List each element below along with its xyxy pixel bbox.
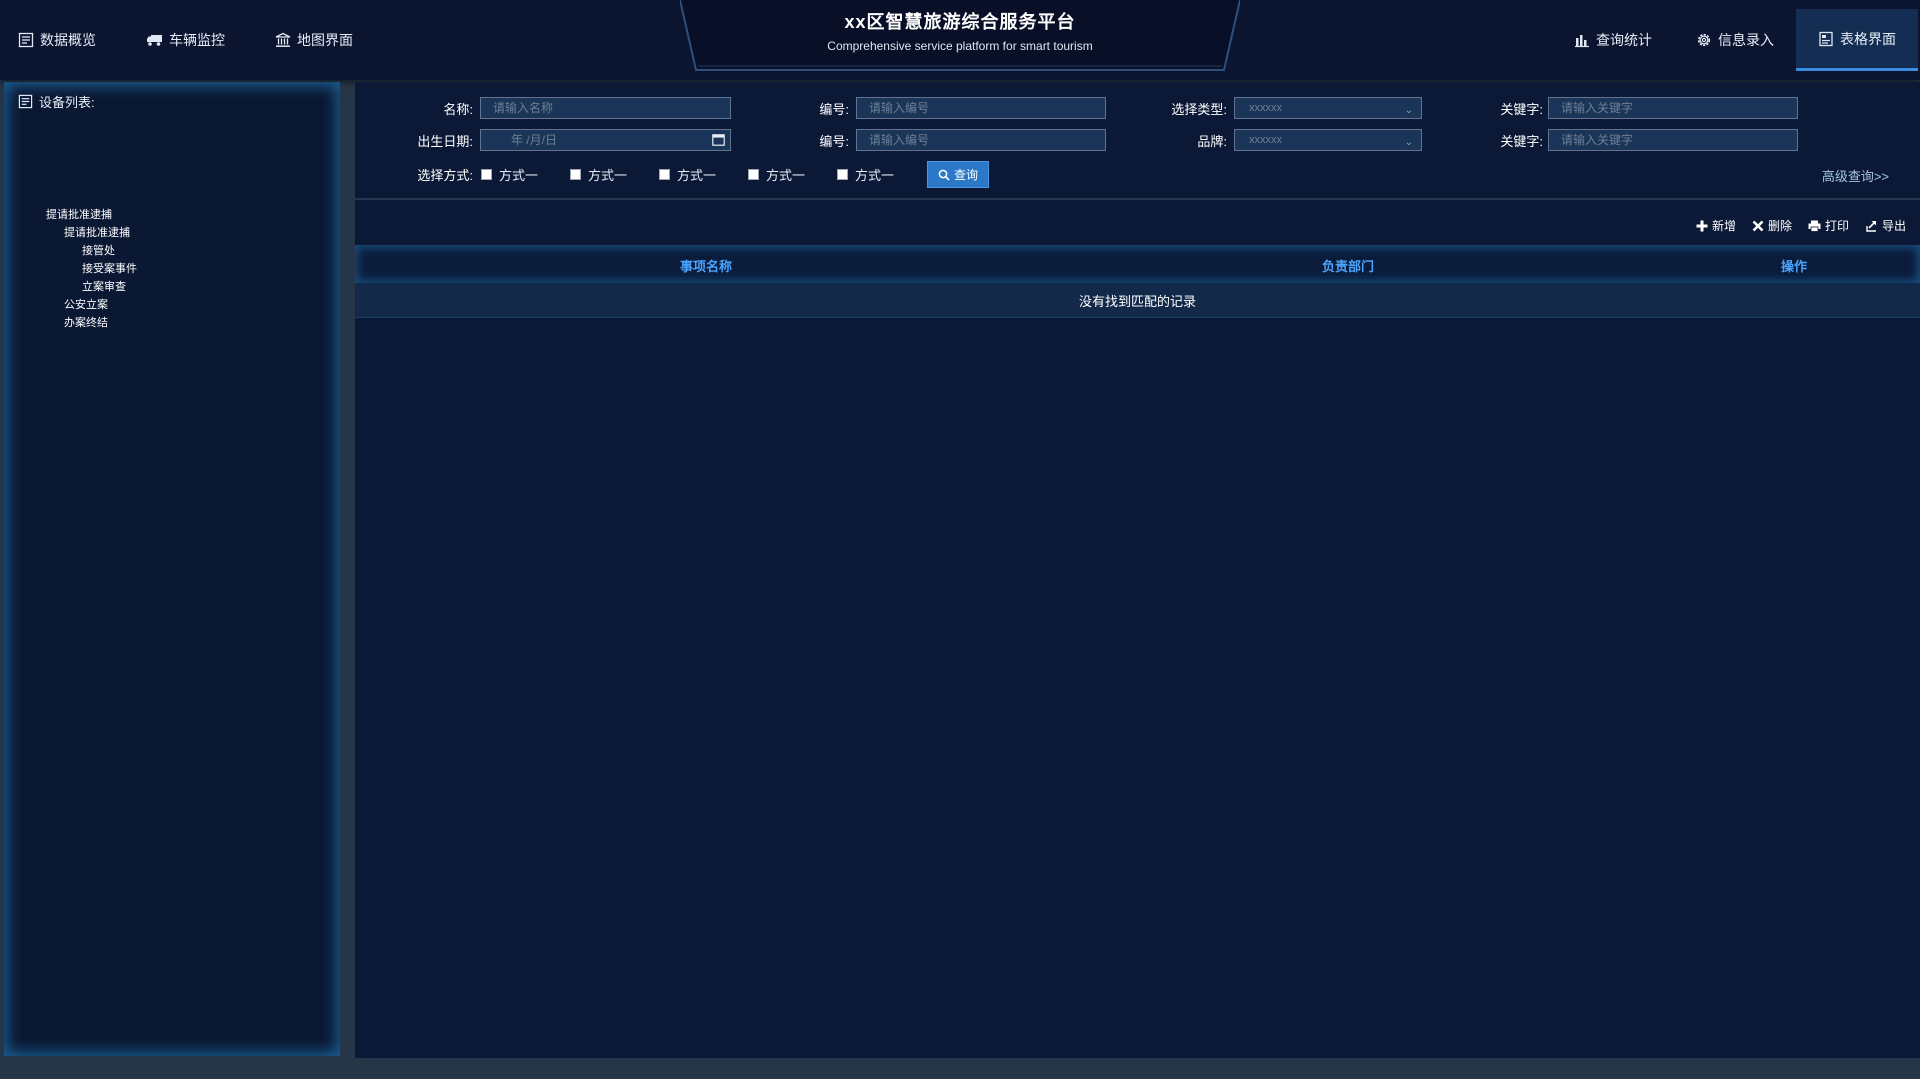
brand-label: 品牌: — [1197, 134, 1227, 149]
column-header-department[interactable]: 负责部门 — [1322, 256, 1374, 275]
sidebar-title-label: 设备列表: — [39, 95, 95, 110]
birth-date-label: 出生日期: — [417, 134, 473, 149]
type-select-value: xxxxxx — [1249, 102, 1282, 114]
tree-item[interactable]: 公安立案 — [64, 298, 108, 312]
brand-select[interactable]: xxxxxx ⌄ — [1234, 129, 1422, 151]
mode-option-label: 方式一 — [855, 168, 895, 183]
mode-checkbox[interactable]: 方式一 — [481, 165, 538, 184]
birth-date-input[interactable]: 年 /月/日 — [480, 129, 731, 151]
name-label: 名称: — [443, 102, 473, 117]
add-label: 新增 — [1711, 219, 1736, 233]
checkbox-icon — [659, 169, 670, 180]
type-label: 选择类型: — [1171, 102, 1227, 117]
nav-label: 地图界面 — [297, 32, 353, 48]
delete-label: 删除 — [1767, 219, 1792, 233]
top-header: 数据概览 车辆监控 地图界面 xx区智慧旅游综合服务平台 Comprehensi… — [0, 0, 1920, 80]
tree-item[interactable]: 接管处 — [82, 244, 115, 258]
calendar-icon — [712, 134, 725, 146]
mode-label: 选择方式: — [417, 168, 473, 183]
delete-button[interactable]: 删除 — [1752, 217, 1792, 234]
table-doc-icon — [1819, 31, 1833, 46]
nav-right: 查询统计 信息录入 表格界面 — [1552, 0, 1920, 80]
tree-item[interactable]: 立案审查 — [82, 280, 126, 294]
table-header: 事项名称 负责部门 操作 — [355, 245, 1920, 283]
keyword-input[interactable] — [1548, 129, 1798, 151]
type-select[interactable]: xxxxxx ⌄ — [1234, 97, 1422, 119]
mode-option-label: 方式一 — [766, 168, 806, 183]
sidebar-title: 设备列表: — [18, 92, 95, 111]
column-header-actions[interactable]: 操作 — [1781, 256, 1807, 275]
nav-info-entry[interactable]: 信息录入 — [1674, 20, 1796, 60]
nav-data-overview[interactable]: 数据概览 — [14, 20, 100, 60]
mode-option-label: 方式一 — [677, 168, 717, 183]
code-label: 编号: — [819, 102, 849, 117]
code-input[interactable] — [856, 97, 1106, 119]
brand-select-value: xxxxxx — [1249, 134, 1282, 146]
nav-label: 表格界面 — [1840, 30, 1896, 47]
search-form: 名称: 编号: 选择类型: xxxxxx ⌄ 关键字: 出生日期: 年 /月/日… — [355, 82, 1920, 200]
name-input[interactable] — [480, 97, 731, 119]
nav-vehicle-monitor[interactable]: 车辆监控 — [142, 20, 229, 60]
nav-left: 数据概览 车辆监控 地图界面 — [14, 0, 399, 80]
nav-map-view[interactable]: 地图界面 — [271, 20, 357, 60]
tree-item[interactable]: 接受案事件 — [82, 262, 137, 276]
tree-item[interactable]: 办案终结 — [64, 316, 108, 330]
main-panel: 名称: 编号: 选择类型: xxxxxx ⌄ 关键字: 出生日期: 年 /月/日… — [355, 82, 1920, 1058]
checkbox-icon — [837, 169, 848, 180]
checkbox-icon — [570, 169, 581, 180]
bank-icon — [275, 32, 291, 47]
export-label: 导出 — [1881, 219, 1906, 233]
keyword-input[interactable] — [1548, 97, 1798, 119]
plus-icon — [1696, 220, 1708, 231]
page-title: xx区智慧旅游综合服务平台 — [844, 12, 1076, 32]
mode-option-label: 方式一 — [499, 168, 539, 183]
mode-checkbox[interactable]: 方式一 — [570, 165, 627, 184]
records-table: 事项名称 负责部门 操作 没有找到匹配的记录 — [355, 245, 1920, 318]
keyword-label: 关键字: — [1500, 134, 1543, 149]
chevron-down-icon: ⌄ — [1404, 105, 1413, 116]
checkbox-icon — [481, 169, 492, 180]
checkbox-icon — [748, 169, 759, 180]
mode-checkbox[interactable]: 方式一 — [748, 165, 805, 184]
code-input[interactable] — [856, 129, 1106, 151]
query-button[interactable]: 查询 — [927, 161, 989, 188]
chevron-down-icon: ⌄ — [1404, 137, 1413, 148]
nav-label: 查询统计 — [1596, 32, 1652, 48]
add-button[interactable]: 新增 — [1696, 217, 1736, 234]
page-subtitle: Comprehensive service platform for smart… — [827, 39, 1093, 53]
close-icon — [1752, 220, 1764, 231]
query-button-label: 查询 — [953, 168, 978, 182]
device-sidebar: 设备列表: 提请批准逮捕 提请批准逮捕 接管处 接受案事件 立案审查 公安立案 … — [4, 82, 340, 1056]
printer-icon — [1808, 220, 1821, 232]
nav-label: 车辆监控 — [169, 32, 225, 48]
mode-checkbox[interactable]: 方式一 — [837, 165, 894, 184]
keyword-label: 关键字: — [1500, 102, 1543, 117]
advanced-query-link[interactable]: 高级查询>> — [1822, 166, 1889, 185]
table-toolbar: 新增 删除 打印 导出 — [1680, 217, 1906, 234]
bar-chart-icon — [1575, 35, 1589, 48]
gear-icon — [1697, 33, 1711, 47]
mode-option-label: 方式一 — [588, 168, 628, 183]
column-header-item-name[interactable]: 事项名称 — [680, 256, 732, 275]
nav-label: 信息录入 — [1718, 32, 1774, 48]
export-button[interactable]: 导出 — [1865, 217, 1906, 234]
search-icon — [938, 169, 950, 181]
table-empty-row: 没有找到匹配的记录 — [355, 283, 1920, 318]
nav-table-view[interactable]: 表格界面 — [1796, 9, 1918, 71]
tree-item[interactable]: 提请批准逮捕 — [64, 226, 130, 240]
export-icon — [1866, 221, 1876, 232]
print-button[interactable]: 打印 — [1808, 217, 1849, 234]
nav-label: 数据概览 — [40, 32, 96, 48]
code-label: 编号: — [819, 134, 849, 149]
tree-item[interactable]: 提请批准逮捕 — [46, 208, 112, 222]
date-placeholder: 年 /月/日 — [511, 133, 558, 147]
list-icon — [18, 94, 33, 109]
print-label: 打印 — [1824, 219, 1849, 233]
list-icon — [18, 32, 34, 48]
truck-icon — [147, 35, 162, 46]
mode-checkbox[interactable]: 方式一 — [659, 165, 716, 184]
empty-message: 没有找到匹配的记录 — [1078, 293, 1196, 309]
nav-query-stats[interactable]: 查询统计 — [1552, 20, 1674, 60]
